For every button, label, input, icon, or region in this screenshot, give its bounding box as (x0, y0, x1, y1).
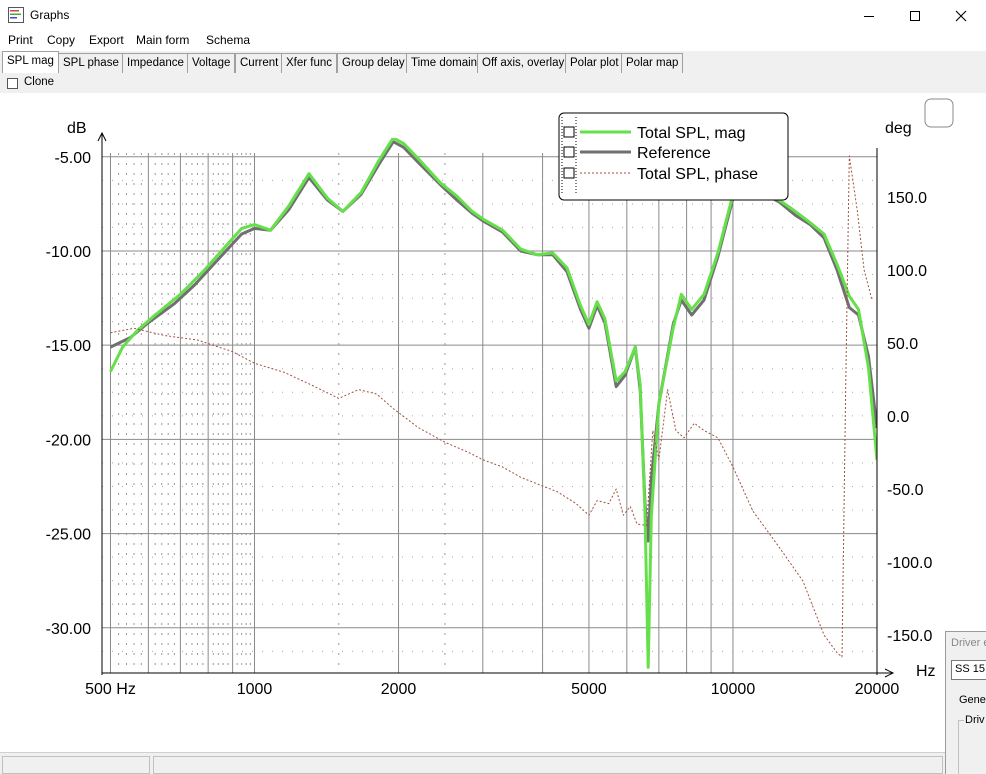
driver-select[interactable]: SS 15 (951, 660, 986, 680)
legend-checkbox (563, 167, 575, 179)
menu-main-form[interactable]: Main form (136, 33, 189, 47)
spl-magnitude-chart[interactable]: dB deg Hz -5.00 -10.00 -15.00 -20.00 -25.00 -30.… (1, 93, 985, 747)
status-bar (0, 752, 986, 774)
y-tick-label: -5.00 (55, 150, 92, 167)
driver-window-title: Driver e (951, 637, 986, 649)
legend-label: Reference (637, 145, 711, 162)
y2-tick-label: -150.0 (887, 628, 932, 645)
maximize-button[interactable] (892, 0, 938, 31)
tab-time-domain[interactable]: Time domain (406, 53, 483, 73)
status-panel-1 (2, 756, 150, 774)
window-title: Graphs (30, 8, 70, 22)
tab-impedance[interactable]: Impedance (122, 53, 189, 73)
series-total-spl-phase (110, 155, 873, 658)
tab-current[interactable]: Current (235, 53, 284, 73)
clone-label: Clone (24, 76, 55, 88)
close-icon (955, 10, 967, 21)
tab-group-delay[interactable]: Group delay (337, 53, 410, 73)
legend-label: Total SPL, phase (637, 166, 758, 183)
menu-schema[interactable]: Schema (206, 33, 250, 47)
tab-voltage[interactable]: Voltage (187, 53, 236, 73)
y-tick-label: -10.00 (46, 244, 91, 261)
driver-group-box (958, 720, 986, 774)
series-reference (109, 140, 877, 543)
x-tick-label: 20000 (855, 681, 900, 698)
y2-tick-label: 0.0 (887, 409, 909, 426)
x-tick-label: 5000 (571, 681, 607, 698)
series-total-spl-mag (109, 138, 877, 669)
maximize-icon (910, 10, 920, 21)
tab-general[interactable]: Gene (959, 694, 986, 706)
title-bar: Graphs (0, 0, 986, 31)
y-tick-label: -30.00 (46, 621, 91, 638)
x-tick-label: 2000 (381, 681, 417, 698)
options-bar: Clone (0, 73, 986, 93)
graph-options-button[interactable] (924, 98, 954, 128)
legend-label: Total SPL, mag (637, 125, 746, 142)
tab-spl-mag[interactable]: SPL mag (2, 51, 59, 73)
minimize-button[interactable] (846, 0, 892, 31)
menu-print[interactable]: Print (8, 33, 33, 47)
x-tick-label: 1000 (237, 681, 273, 698)
graph-area: dB deg Hz -5.00 -10.00 -15.00 -20.00 -25.00 -30.… (1, 93, 985, 747)
y-tick-label: -25.00 (46, 527, 91, 544)
minimize-icon (864, 15, 874, 17)
menu-bar: Print Copy Export Main form Schema (0, 31, 986, 51)
y-axis-label: dB (67, 120, 87, 137)
status-panel-2 (153, 756, 943, 774)
y2-axis-label: deg (885, 120, 912, 137)
menu-export[interactable]: Export (89, 33, 124, 47)
y-tick-label: -20.00 (46, 432, 91, 449)
legend-checkbox (563, 126, 575, 138)
tab-polar-map[interactable]: Polar map (621, 53, 684, 73)
tab-off-axis-overlay[interactable]: Off axis, overlay (477, 53, 570, 73)
graphs-app-icon (8, 7, 24, 23)
clone-checkbox[interactable] (7, 78, 18, 89)
graph-tab-strip: SPL mag SPL phase Impedance Voltage Curr… (0, 51, 986, 73)
y2-tick-label: 100.0 (887, 263, 927, 280)
driver-editor-window[interactable]: Driver e SS 15 Gene Driv (945, 631, 986, 774)
y2-tick-label: -50.0 (887, 482, 924, 499)
y-tick-label: -15.00 (46, 338, 91, 355)
x-axis-unit: Hz (916, 663, 936, 680)
legend-checkbox (563, 146, 575, 158)
x-tick-label: 10000 (711, 681, 756, 698)
y2-tick-label: -100.0 (887, 555, 932, 572)
x-tick-label: 500 Hz (85, 681, 136, 698)
y2-tick-label: 150.0 (887, 190, 927, 207)
menu-copy[interactable]: Copy (47, 33, 75, 47)
tab-spl-phase[interactable]: SPL phase (58, 53, 124, 73)
driver-group-label: Driv (964, 714, 986, 726)
y2-tick-label: 50.0 (887, 336, 918, 353)
tab-xfer-func[interactable]: Xfer func (281, 53, 338, 73)
tab-polar-plot[interactable]: Polar plot (565, 53, 624, 73)
close-button[interactable] (938, 0, 984, 31)
